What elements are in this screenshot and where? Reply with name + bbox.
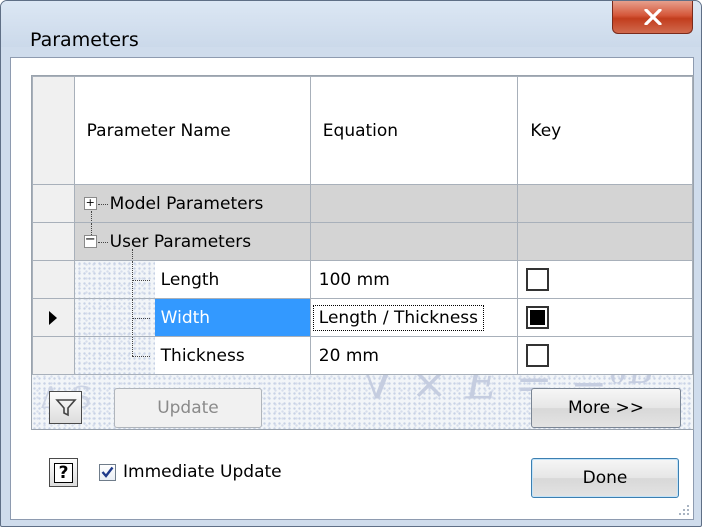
row-header[interactable] [32, 222, 75, 261]
parameter-row-width[interactable]: Width Length / Thickness [32, 298, 693, 337]
dialog-body: Δ S ∇ × E = −∂B Parameter Name Equation … [10, 57, 694, 520]
group-row-model-parameters[interactable]: + Model Parameters [32, 184, 693, 223]
group-equation-cell [309, 222, 519, 261]
key-checkbox[interactable] [526, 306, 550, 329]
key-checkbox[interactable] [526, 344, 550, 367]
parameter-key-cell[interactable] [517, 298, 693, 337]
group-key-cell [517, 222, 693, 261]
parameter-row-length[interactable]: Length 100 mm [32, 260, 693, 299]
column-header-equation[interactable]: Equation [309, 76, 519, 185]
group-row-user-parameters[interactable]: − User Parameters [32, 222, 693, 261]
collapse-icon[interactable]: − [83, 233, 97, 248]
parameter-equation[interactable]: Length / Thickness [312, 304, 484, 331]
parameter-name-cell[interactable]: Length [73, 260, 311, 299]
group-label: Model Parameters [109, 193, 264, 214]
more-button[interactable]: More >> [531, 388, 681, 428]
help-button[interactable]: ? [49, 458, 78, 487]
tree-connector [97, 204, 108, 205]
row-header[interactable] [32, 260, 75, 299]
parameter-key-cell[interactable] [517, 260, 693, 299]
parameter-key-cell[interactable] [517, 336, 693, 375]
immediate-update-option[interactable]: Immediate Update [99, 462, 282, 482]
parameter-name: Length [160, 269, 220, 290]
group-label: User Parameters [109, 231, 252, 252]
tree-connector [131, 318, 150, 319]
tree-connector [90, 211, 92, 222]
tree-connector [131, 280, 150, 281]
group-name-cell[interactable]: − User Parameters [73, 222, 311, 261]
parameter-equation: 100 mm [318, 269, 390, 290]
group-name-cell[interactable]: + Model Parameters [73, 184, 311, 223]
filter-button[interactable] [49, 391, 82, 424]
parameters-grid: Δ S ∇ × E = −∂B Parameter Name Equation … [31, 75, 694, 430]
row-header[interactable] [32, 298, 75, 337]
parameters-dialog: Parameters Δ S ∇ × E = −∂B Parameter Nam… [0, 0, 702, 527]
group-key-cell [517, 184, 693, 223]
parameter-equation-cell[interactable]: 100 mm [309, 260, 519, 299]
dialog-title: Parameters [30, 29, 139, 51]
help-icon: ? [53, 462, 74, 483]
update-button[interactable]: Update [114, 388, 262, 428]
close-button[interactable] [612, 1, 693, 34]
row-header[interactable] [32, 184, 75, 223]
column-header-key[interactable]: Key [517, 76, 693, 185]
immediate-update-label: Immediate Update [123, 462, 282, 482]
tree-connector [131, 356, 150, 357]
parameter-name-cell[interactable]: Thickness [73, 336, 311, 375]
current-row-arrow-icon [49, 311, 57, 325]
resize-grip-icon[interactable] [678, 504, 690, 516]
parameter-name: Width [160, 307, 211, 328]
tree-connector [97, 242, 108, 243]
parameters-table: Parameter Name Equation Key + Model Para… [32, 76, 693, 375]
parameter-equation-cell[interactable]: Length / Thickness [309, 298, 519, 337]
parameter-row-thickness[interactable]: Thickness 20 mm [32, 336, 693, 375]
tree-connector [131, 337, 133, 356]
checkmark-icon [101, 466, 114, 478]
parameter-name-cell[interactable]: Width [73, 298, 311, 337]
column-header-parameter-name[interactable]: Parameter Name [73, 76, 311, 185]
immediate-update-checkbox[interactable] [99, 463, 116, 481]
corner-header [32, 76, 75, 185]
key-checkbox[interactable] [526, 268, 550, 291]
expand-icon[interactable]: + [83, 197, 97, 210]
done-button[interactable]: Done [531, 458, 679, 498]
parameter-name: Thickness [160, 345, 245, 366]
group-equation-cell [309, 184, 519, 223]
title-bar[interactable]: Parameters [1, 1, 701, 51]
parameter-equation: 20 mm [318, 345, 379, 366]
filter-icon [54, 398, 77, 416]
parameter-equation-cell[interactable]: 20 mm [309, 336, 519, 375]
close-icon [643, 9, 662, 25]
row-header[interactable] [32, 336, 75, 375]
